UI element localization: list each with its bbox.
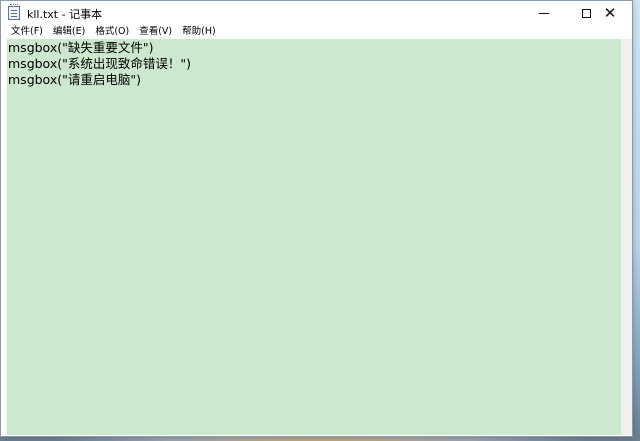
vertical-scrollbar[interactable]	[621, 39, 632, 435]
close-button[interactable]: ✕	[587, 1, 633, 25]
menu-view[interactable]: 查看(V)	[134, 25, 177, 39]
minimize-button[interactable]	[521, 1, 567, 25]
notepad-icon	[8, 4, 20, 20]
menu-bar: 文件(F) 编辑(E) 格式(O) 查看(V) 帮助(H)	[1, 25, 632, 39]
notepad-window: kll.txt - 记事本 ✕ 文件(F) 编辑(E) 格式(O) 查看(V) …	[0, 0, 633, 437]
menu-help[interactable]: 帮助(H)	[177, 25, 221, 39]
menu-edit[interactable]: 编辑(E)	[48, 25, 90, 39]
text-editor[interactable]: msgbox("缺失重要文件") msgbox("系统出现致命错误！") msg…	[7, 39, 623, 435]
menu-format[interactable]: 格式(O)	[90, 25, 134, 39]
editor-line: msgbox("请重启电脑")	[8, 72, 141, 87]
title-bar[interactable]: kll.txt - 记事本 ✕	[1, 1, 632, 25]
menu-file[interactable]: 文件(F)	[6, 25, 48, 39]
editor-line: msgbox("系统出现致命错误！")	[8, 56, 191, 71]
window-title: kll.txt - 记事本	[27, 8, 103, 21]
minimize-icon	[539, 12, 549, 14]
close-icon: ✕	[603, 3, 617, 22]
editor-line: msgbox("缺失重要文件")	[8, 40, 154, 55]
